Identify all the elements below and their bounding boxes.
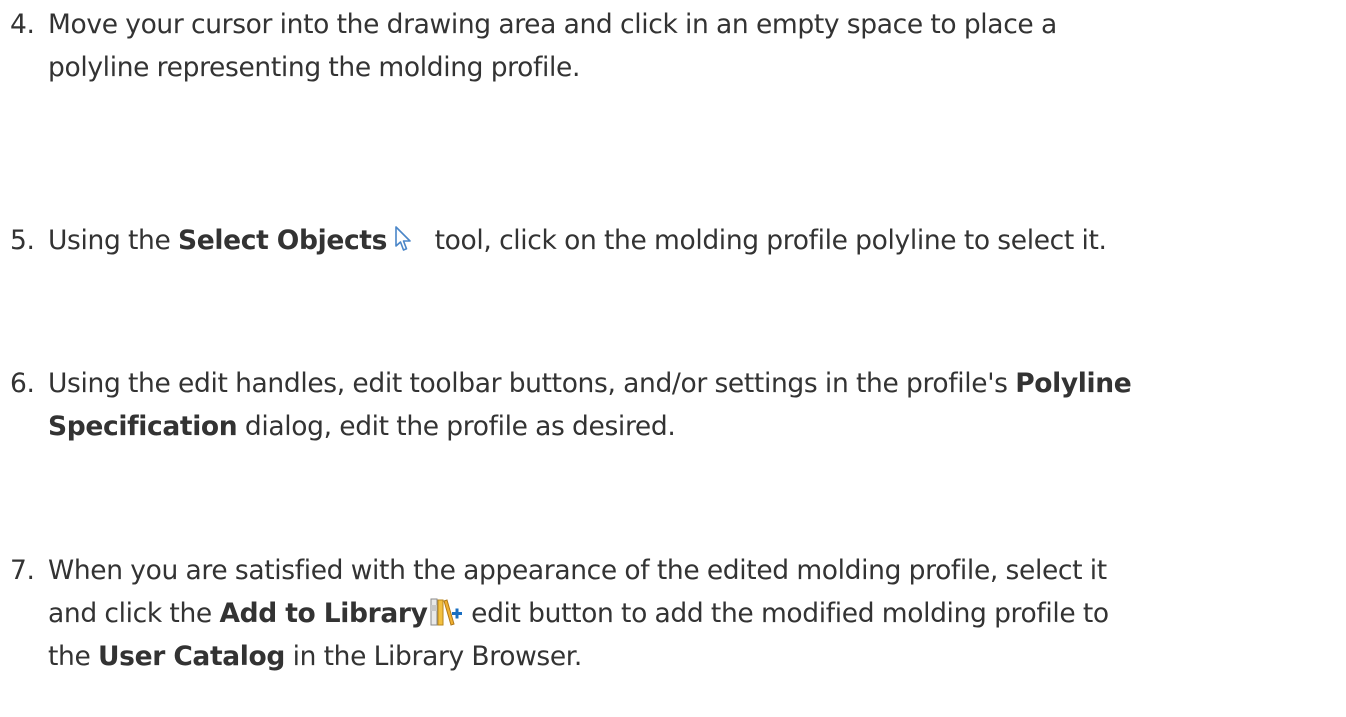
polyline-label: Polyline (1015, 368, 1132, 399)
step-text-line: Using the Select Objects tool, click on … (48, 219, 1340, 262)
step-text: Using the Select Objects tool, click on … (48, 219, 1340, 262)
step-text-segment: and click the (48, 598, 220, 629)
step-text-segment: dialog, edit the profile as desired. (237, 411, 676, 442)
step-text-line: When you are satisfied with the appearan… (48, 555, 1107, 586)
step-5: 5. Using the Select Objects tool, click … (10, 219, 1340, 262)
step-number: 7. (10, 555, 35, 586)
step-text-line: the User Catalog in the Library Browser. (48, 635, 1340, 678)
step-6: 6. Using the edit handles, edit toolbar … (10, 362, 1340, 448)
step-text: Using the edit handles, edit toolbar but… (48, 362, 1340, 448)
step-text-segment: tool, click on the molding profile polyl… (427, 225, 1107, 256)
step-text-segment: Using the edit handles, edit toolbar but… (48, 368, 1016, 399)
step-text-line: polyline representing the molding profil… (48, 52, 581, 83)
add-to-library-icon (430, 598, 462, 626)
step-text-line: Move your cursor into the drawing area a… (48, 9, 1057, 40)
step-number: 6. (10, 368, 35, 399)
step-text-segment: the (48, 641, 99, 672)
specification-label: Specification (48, 411, 238, 442)
user-catalog-label: User Catalog (98, 641, 286, 672)
step-text-line: Using the edit handles, edit toolbar but… (48, 362, 1340, 405)
step-number: 5. (10, 225, 35, 256)
add-to-library-label: Add to Library (219, 598, 428, 629)
step-7: 7. When you are satisfied with the appea… (10, 549, 1340, 678)
step-text-segment: edit button to add the modified molding … (463, 598, 1109, 629)
select-objects-arrow-icon (395, 225, 411, 251)
select-objects-label: Select Objects (178, 225, 388, 256)
step-text: Move your cursor into the drawing area a… (48, 3, 1340, 89)
step-text-line: and click the Add to Library edit button… (48, 592, 1340, 635)
step-text-segment: Using the (48, 225, 179, 256)
step-text: When you are satisfied with the appearan… (48, 549, 1340, 678)
step-number: 4. (10, 9, 35, 40)
step-text-segment: in the Library Browser. (285, 641, 583, 672)
step-text-line: Specification dialog, edit the profile a… (48, 405, 1340, 448)
step-4: 4. Move your cursor into the drawing are… (10, 3, 1340, 89)
